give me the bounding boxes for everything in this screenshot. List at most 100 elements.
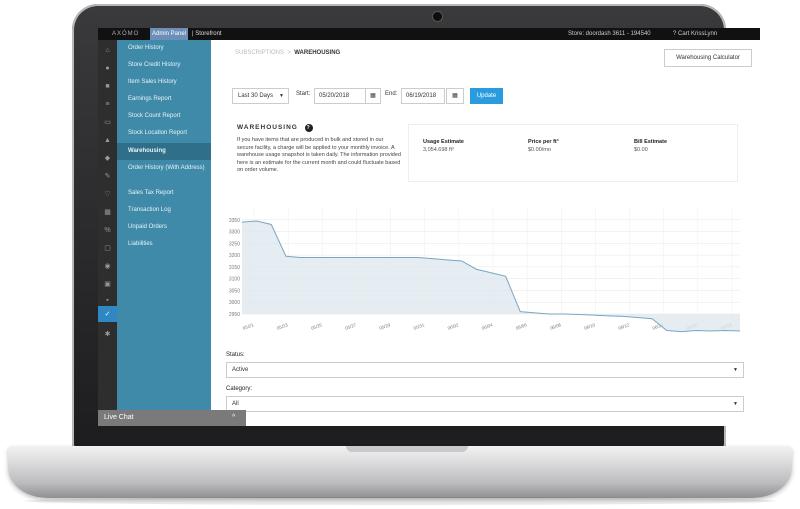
reports-sidebar: Order History Store Credit History Item … (117, 40, 211, 426)
end-label: End: (385, 91, 398, 97)
warehousing-title-text: WAREHOUSING (237, 124, 298, 131)
sidebar-item-liabilities[interactable]: Liabilities (128, 241, 208, 248)
sidebar-item-transaction-log[interactable]: Transaction Log (128, 207, 208, 214)
sidebar-item-stock-count-report[interactable]: Stock Count Report (128, 113, 208, 120)
y-tick-label: 3300 (229, 230, 240, 236)
y-tick-label: 3150 (229, 265, 240, 271)
breadcrumb: SUBSCRIPTIONS > WAREHOUSING (235, 50, 340, 56)
start-calendar-icon[interactable]: ▦ (365, 88, 381, 104)
home-icon[interactable]: ⌂ (103, 46, 112, 55)
y-tick-label: 2950 (229, 312, 240, 318)
y-tick-label: 3200 (229, 253, 240, 259)
breadcrumb-separator: > (287, 50, 291, 56)
end-calendar-icon[interactable]: ▦ (446, 88, 464, 104)
x-tick-label: 05/29 (379, 322, 392, 331)
percent-icon[interactable]: % (103, 226, 112, 235)
warehousing-description: If you have items that are produced in b… (237, 137, 401, 173)
status-select[interactable]: Active ▼ (226, 362, 744, 378)
laptop-base (8, 446, 792, 498)
category-select[interactable]: All ▼ (226, 396, 744, 412)
start-label: Start: (296, 91, 311, 97)
globe-icon[interactable]: ◉ (103, 262, 112, 271)
caret-down-icon: ▼ (279, 93, 284, 99)
sidebar-item-earnings-report[interactable]: Earnings Report (128, 96, 208, 103)
status-value: Active (232, 367, 249, 373)
warehousing-title: WAREHOUSING ? (237, 124, 313, 132)
chevron-up-icon[interactable]: ^ (232, 410, 235, 426)
breadcrumb-parent[interactable]: SUBSCRIPTIONS (235, 50, 284, 56)
usage-area-chart: 33503300325032003150310030503000295005/2… (229, 208, 741, 333)
x-tick-label: 05/31 (413, 322, 426, 331)
category-label: Category: (226, 386, 253, 392)
x-tick-label: 06/12 (618, 322, 631, 331)
caret-down-icon: ▼ (733, 401, 738, 407)
list-icon[interactable]: ≡ (103, 100, 112, 109)
sidebar-item-order-history-with-address[interactable]: Order History (With Address) (128, 165, 208, 172)
store-id: Store: doordash 3611 - 194540 (568, 31, 651, 37)
sidebar-item-stock-location-report[interactable]: Stock Location Report (128, 130, 208, 137)
status-label: Status: (226, 352, 245, 358)
sidebar-item-warehousing[interactable]: Warehousing (128, 148, 208, 155)
update-button[interactable]: Update (470, 88, 503, 104)
start-date-value: 05/20/2018 (319, 93, 350, 99)
y-tick-label: 3350 (229, 218, 240, 224)
gear-icon[interactable]: ✱ (103, 330, 112, 339)
save-icon[interactable]: ▪ (103, 296, 112, 305)
base-shadow (24, 497, 776, 505)
bill-estimate-label: Bill Estimate (634, 139, 668, 145)
gift-icon[interactable]: ◆ (103, 154, 112, 163)
base-notch (346, 446, 468, 452)
x-tick-label: 06/10 (583, 322, 596, 331)
sidebar-item-store-credit-history[interactable]: Store Credit History (128, 62, 208, 69)
user-menu[interactable]: ? Cart KrissLynn (673, 28, 717, 40)
calendar-icon[interactable]: ▦ (103, 208, 112, 217)
check-icon[interactable]: ✓ (103, 310, 112, 319)
y-tick-label: 3050 (229, 288, 240, 294)
live-chat-bar[interactable]: Live Chat ^ (98, 410, 246, 426)
start-date-input[interactable]: 05/20/2018 (314, 88, 366, 104)
x-tick-label: 05/23 (276, 322, 289, 331)
box-icon[interactable]: ■ (103, 82, 112, 91)
sidebar-item-sales-tax-report[interactable]: Sales Tax Report (128, 190, 208, 197)
chart-icon[interactable]: ▲ (103, 136, 112, 145)
end-date-input[interactable]: 06/19/2018 (401, 88, 445, 104)
date-range-select[interactable]: Last 30 Days ▼ (232, 88, 289, 104)
sidebar-item-order-history[interactable]: Order History (128, 45, 208, 52)
user-icon[interactable]: ● (103, 64, 112, 73)
icon-rail: ⌂ ● ■ ≡ ▭ ▲ ◆ ✎ ♡ ▦ % ▢ ◉ ▣ ▪ ✓ ✱ (98, 40, 117, 426)
x-tick-label: 06/08 (549, 322, 562, 331)
truck-icon[interactable]: ▭ (103, 118, 112, 127)
chat-icon[interactable]: ▢ (103, 244, 112, 253)
screen: AXÓMO Admin Panel | Storefront Store: do… (98, 28, 760, 426)
x-tick-label: 05/27 (344, 322, 357, 331)
x-tick-label: 05/25 (310, 322, 323, 331)
help-icon[interactable]: ? (304, 124, 313, 132)
warehousing-calculator-button[interactable]: Warehousing Calculator (664, 49, 752, 67)
x-tick-label: 06/04 (481, 322, 494, 331)
sidebar-item-item-sales-history[interactable]: Item Sales History (128, 79, 208, 86)
usage-estimate-label: Usage Estimate (423, 139, 464, 145)
estimate-box: Usage Estimate 3,054.698 ft³ Price per f… (408, 124, 738, 182)
usage-estimate-value: 3,054.698 ft³ (423, 147, 454, 153)
logo[interactable]: AXÓMO (112, 28, 139, 40)
storefront-link[interactable]: | Storefront (192, 28, 222, 40)
breadcrumb-current: WAREHOUSING (294, 50, 341, 56)
y-tick-label: 3000 (229, 300, 240, 306)
admin-panel-link[interactable]: Admin Panel (150, 28, 189, 40)
usage-area (242, 220, 740, 332)
x-tick-label: 05/21 (242, 322, 255, 331)
image-icon[interactable]: ▣ (103, 280, 112, 289)
pencil-icon[interactable]: ✎ (103, 172, 112, 181)
y-tick-label: 3100 (229, 277, 240, 283)
price-value: $0.00/mo (528, 147, 551, 153)
live-chat-label: Live Chat (104, 414, 134, 421)
end-date-value: 06/19/2018 (406, 93, 437, 99)
category-value: All (232, 401, 239, 407)
date-range-value: Last 30 Days (238, 93, 274, 99)
sidebar-item-unpaid-orders[interactable]: Unpaid Orders (128, 224, 208, 231)
y-tick-label: 3250 (229, 241, 240, 247)
top-bar: AXÓMO Admin Panel | Storefront Store: do… (98, 28, 760, 40)
x-tick-label: 06/06 (515, 322, 528, 331)
camera-icon (432, 11, 443, 22)
heart-icon[interactable]: ♡ (103, 190, 112, 199)
